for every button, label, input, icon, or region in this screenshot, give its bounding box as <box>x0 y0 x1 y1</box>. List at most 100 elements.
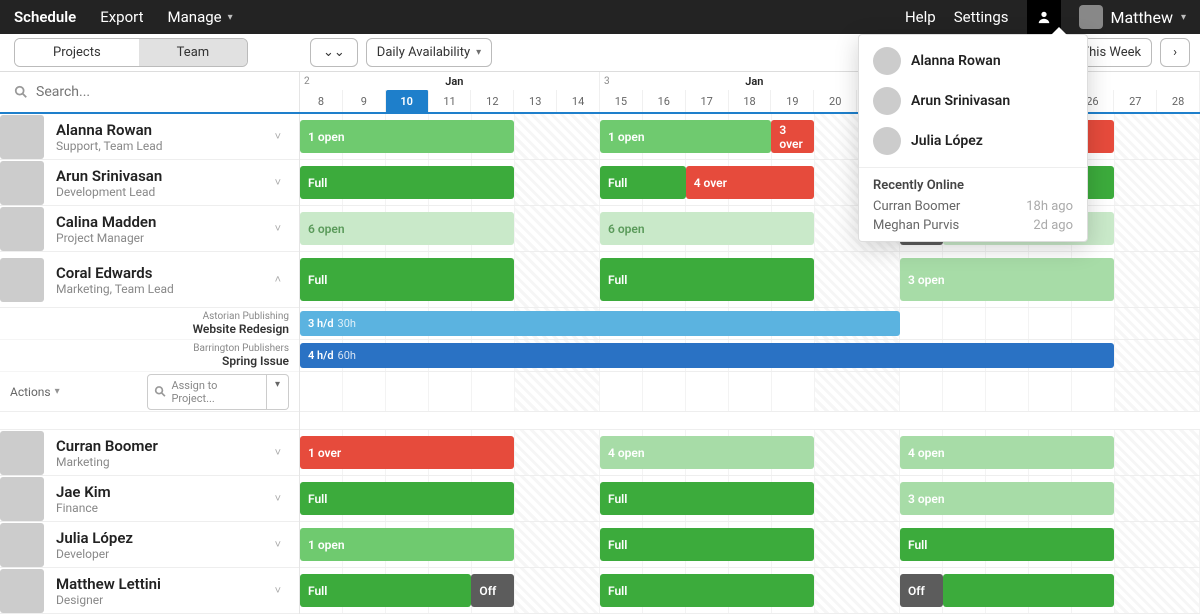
availability-bar[interactable]: 3 over <box>771 120 814 153</box>
chevron-down-icon: ▾ <box>476 47 481 58</box>
availability-bar[interactable]: Full <box>600 258 814 301</box>
project-bar[interactable]: 4 h/d60h <box>300 343 1114 368</box>
availability-row: Full Full 3 open <box>300 252 1200 308</box>
expand-toggle[interactable]: ˅ <box>275 538 281 551</box>
expand-toggle[interactable]: ˄ <box>275 273 281 286</box>
availability-bar[interactable]: 1 open <box>600 120 771 153</box>
nav-export[interactable]: Export <box>100 8 143 26</box>
person-row: Julia López Developer ˅ <box>0 522 299 568</box>
person-role: Marketing <box>56 455 158 469</box>
availability-bar[interactable]: Off <box>471 574 514 607</box>
availability-bar[interactable]: 3 open <box>900 258 1114 301</box>
seg-projects[interactable]: Projects <box>15 39 139 66</box>
actions-grid-row <box>300 372 1200 412</box>
availability-bar[interactable]: 1 open <box>300 120 514 153</box>
day-11[interactable]: 11 <box>429 90 472 112</box>
expand-toggle[interactable]: ˅ <box>275 446 281 459</box>
project-subrow: Barrington PublishersSpring Issue <box>0 340 299 372</box>
day-14[interactable]: 14 <box>557 90 600 112</box>
availability-bar[interactable]: 4 over <box>686 166 815 199</box>
avatar <box>0 258 44 302</box>
project-bar-row: 3 h/d30h <box>300 308 1200 340</box>
availability-bar[interactable]: Full <box>300 482 514 515</box>
availability-bar[interactable]: 4 open <box>600 436 814 469</box>
day-16[interactable]: 16 <box>643 90 686 112</box>
availability-bar[interactable]: 4 open <box>900 436 1114 469</box>
person-role: Project Manager <box>56 231 156 245</box>
person-row: Curran Boomer Marketing ˅ <box>0 430 299 476</box>
people-popover: Alanna RowanArun SrinivasanJulia LópezRe… <box>858 34 1088 242</box>
day-18[interactable]: 18 <box>729 90 772 112</box>
person-name: Calina Madden <box>56 213 156 231</box>
day-20[interactable]: 20 <box>814 90 857 112</box>
day-10[interactable]: 10 <box>386 90 429 112</box>
actions-menu[interactable]: Actions ▾ <box>10 385 60 399</box>
availability-bar[interactable]: Full <box>300 258 514 301</box>
availability-bar[interactable]: Full <box>600 166 686 199</box>
expand-toggle[interactable]: ˅ <box>275 176 281 189</box>
popover-recent[interactable]: Meghan Purvis2d ago <box>859 216 1087 235</box>
availability-bar[interactable]: 3 open <box>900 482 1114 515</box>
day-15[interactable]: 15 <box>600 90 643 112</box>
nav-help[interactable]: Help <box>905 8 936 26</box>
day-13[interactable]: 13 <box>514 90 557 112</box>
nav-schedule[interactable]: Schedule <box>14 8 76 26</box>
search-box[interactable] <box>14 84 285 100</box>
avatar <box>1079 5 1103 29</box>
avatar <box>0 523 44 567</box>
availability-bar[interactable]: Full <box>600 574 814 607</box>
assign-project-input[interactable]: Assign to Project... <box>147 374 267 410</box>
person-name: Curran Boomer <box>56 437 158 455</box>
availability-bar[interactable]: Full <box>300 166 514 199</box>
search-icon <box>14 85 28 99</box>
day-8[interactable]: 8 <box>300 90 343 112</box>
popover-recent[interactable]: Curran Boomer18h ago <box>859 197 1087 216</box>
expand-toggle[interactable]: ˅ <box>275 584 281 597</box>
person-name: Coral Edwards <box>56 264 174 282</box>
double-chevron-down-icon: ⌄⌄ <box>323 45 345 60</box>
avatar <box>0 569 44 613</box>
availability-bar[interactable]: Full <box>600 482 814 515</box>
person-row: Arun Srinivasan Development Lead ˅ <box>0 160 299 206</box>
day-17[interactable]: 17 <box>686 90 729 112</box>
day-12[interactable]: 12 <box>471 90 514 112</box>
popover-person[interactable]: Arun Srinivasan <box>859 81 1087 121</box>
search-input[interactable] <box>36 84 285 100</box>
view-segmented: Projects Team <box>14 38 248 67</box>
day-9[interactable]: 9 <box>343 90 386 112</box>
person-role: Developer <box>56 547 133 561</box>
person-name: Arun Srinivasan <box>56 167 162 185</box>
availability-bar[interactable]: Full <box>900 528 1114 561</box>
popover-person[interactable]: Alanna Rowan <box>859 41 1087 81</box>
nav-settings[interactable]: Settings <box>954 8 1009 26</box>
availability-bar[interactable]: 1 open <box>300 528 514 561</box>
day-19[interactable]: 19 <box>771 90 814 112</box>
next-button[interactable]: › <box>1160 38 1190 67</box>
availability-bar[interactable]: Full <box>600 528 814 561</box>
view-mode-select[interactable]: Daily Availability▾ <box>366 38 492 67</box>
day-27[interactable]: 27 <box>1114 90 1157 112</box>
availability-bar[interactable]: 1 over <box>300 436 514 469</box>
person-role: Marketing, Team Lead <box>56 282 174 296</box>
person-role: Finance <box>56 501 111 515</box>
availability-bar[interactable]: 6 open <box>600 212 814 245</box>
expand-all-button[interactable]: ⌄⌄ <box>310 38 358 67</box>
assign-dropdown[interactable]: ▾ <box>267 374 289 410</box>
expand-toggle[interactable]: ˅ <box>275 222 281 235</box>
expand-toggle[interactable]: ˅ <box>275 492 281 505</box>
project-bar[interactable]: 3 h/d30h <box>300 311 900 336</box>
actions-row: Actions ▾ Assign to Project... ▾ <box>0 372 299 412</box>
availability-bar[interactable]: 6 open <box>300 212 514 245</box>
day-28[interactable]: 28 <box>1157 90 1200 112</box>
availability-bar[interactable]: Full <box>300 574 471 607</box>
nav-manage[interactable]: Manage▾ <box>168 8 233 26</box>
chevron-down-icon: ▾ <box>228 12 233 23</box>
availability-bar[interactable] <box>943 574 1114 607</box>
current-user[interactable]: Matthew▾ <box>1079 5 1187 29</box>
availability-bar[interactable]: Off <box>900 574 943 607</box>
popover-person[interactable]: Julia López <box>859 121 1087 161</box>
seg-team[interactable]: Team <box>139 39 248 66</box>
project-bar-row: 4 h/d60h <box>300 340 1200 372</box>
expand-toggle[interactable]: ˅ <box>275 130 281 143</box>
avatar <box>0 115 44 159</box>
